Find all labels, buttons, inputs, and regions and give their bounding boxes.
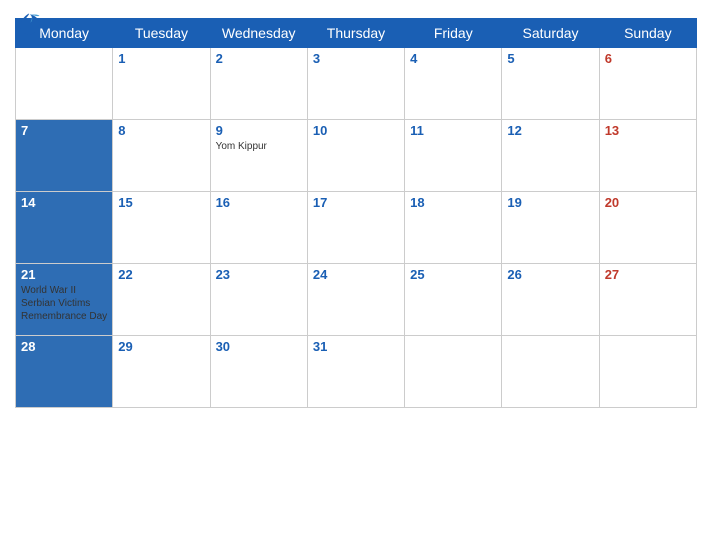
- day-number: 5: [507, 51, 593, 66]
- day-number: 9: [216, 123, 302, 138]
- day-number: 1: [118, 51, 204, 66]
- table-row: 14: [16, 192, 113, 264]
- day-number: 21: [21, 267, 107, 282]
- table-row: 17: [307, 192, 404, 264]
- day-number: 8: [118, 123, 204, 138]
- table-row: 12: [502, 120, 599, 192]
- table-row: [502, 336, 599, 408]
- day-number: 28: [21, 339, 107, 354]
- day-number: 24: [313, 267, 399, 282]
- table-row: 3: [307, 48, 404, 120]
- header-wednesday: Wednesday: [210, 19, 307, 48]
- week-row-3: 14 15 16 17 18 19 20: [16, 192, 697, 264]
- table-row: 31: [307, 336, 404, 408]
- day-number: 10: [313, 123, 399, 138]
- logo-area: [15, 10, 45, 38]
- table-row: 8: [113, 120, 210, 192]
- week-row-4: 21 World War II Serbian Victims Remembra…: [16, 264, 697, 336]
- day-number: 25: [410, 267, 496, 282]
- calendar-grid: Monday Tuesday Wednesday Thursday Friday…: [15, 18, 697, 408]
- day-number: 4: [410, 51, 496, 66]
- logo-bird-icon: [15, 10, 43, 38]
- table-row: 29: [113, 336, 210, 408]
- day-number: 31: [313, 339, 399, 354]
- day-number: 12: [507, 123, 593, 138]
- table-row: 25: [405, 264, 502, 336]
- day-number: 3: [313, 51, 399, 66]
- day-number: 26: [507, 267, 593, 282]
- day-number: 17: [313, 195, 399, 210]
- event-text: World War II Serbian Victims Remembrance…: [21, 284, 107, 323]
- table-row: [16, 48, 113, 120]
- day-number: 16: [216, 195, 302, 210]
- header-sunday: Sunday: [599, 19, 696, 48]
- table-row: 30: [210, 336, 307, 408]
- week-row-1: 1 2 3 4 5 6: [16, 48, 697, 120]
- day-number: 15: [118, 195, 204, 210]
- event-text: Yom Kippur: [216, 140, 302, 153]
- table-row: 11: [405, 120, 502, 192]
- table-row: 16: [210, 192, 307, 264]
- day-number: 30: [216, 339, 302, 354]
- table-row: 27: [599, 264, 696, 336]
- table-row: 5: [502, 48, 599, 120]
- day-number: 19: [507, 195, 593, 210]
- header-tuesday: Tuesday: [113, 19, 210, 48]
- day-number: 22: [118, 267, 204, 282]
- week-row-2: 7 8 9 Yom Kippur 10 11 12 13: [16, 120, 697, 192]
- table-row: [405, 336, 502, 408]
- table-row: 13: [599, 120, 696, 192]
- day-header-row: Monday Tuesday Wednesday Thursday Friday…: [16, 19, 697, 48]
- table-row: 6: [599, 48, 696, 120]
- day-number: 27: [605, 267, 691, 282]
- header-saturday: Saturday: [502, 19, 599, 48]
- day-number: 18: [410, 195, 496, 210]
- table-row: 28: [16, 336, 113, 408]
- week-row-5: 28 29 30 31: [16, 336, 697, 408]
- table-row: 21 World War II Serbian Victims Remembra…: [16, 264, 113, 336]
- day-number: 7: [21, 123, 107, 138]
- header-thursday: Thursday: [307, 19, 404, 48]
- table-row: 9 Yom Kippur: [210, 120, 307, 192]
- table-row: 24: [307, 264, 404, 336]
- day-number: 6: [605, 51, 691, 66]
- day-number: 11: [410, 123, 496, 138]
- calendar-container: Monday Tuesday Wednesday Thursday Friday…: [0, 0, 712, 550]
- table-row: 19: [502, 192, 599, 264]
- day-number: 2: [216, 51, 302, 66]
- table-row: 26: [502, 264, 599, 336]
- table-row: 23: [210, 264, 307, 336]
- day-number: 23: [216, 267, 302, 282]
- table-row: 10: [307, 120, 404, 192]
- header-friday: Friday: [405, 19, 502, 48]
- table-row: 4: [405, 48, 502, 120]
- table-row: 7: [16, 120, 113, 192]
- day-number: 29: [118, 339, 204, 354]
- logo: [15, 10, 45, 38]
- table-row: [599, 336, 696, 408]
- table-row: 20: [599, 192, 696, 264]
- table-row: 15: [113, 192, 210, 264]
- day-number: 14: [21, 195, 107, 210]
- table-row: 2: [210, 48, 307, 120]
- day-number: 13: [605, 123, 691, 138]
- day-number: 20: [605, 195, 691, 210]
- table-row: 1: [113, 48, 210, 120]
- table-row: 22: [113, 264, 210, 336]
- table-row: 18: [405, 192, 502, 264]
